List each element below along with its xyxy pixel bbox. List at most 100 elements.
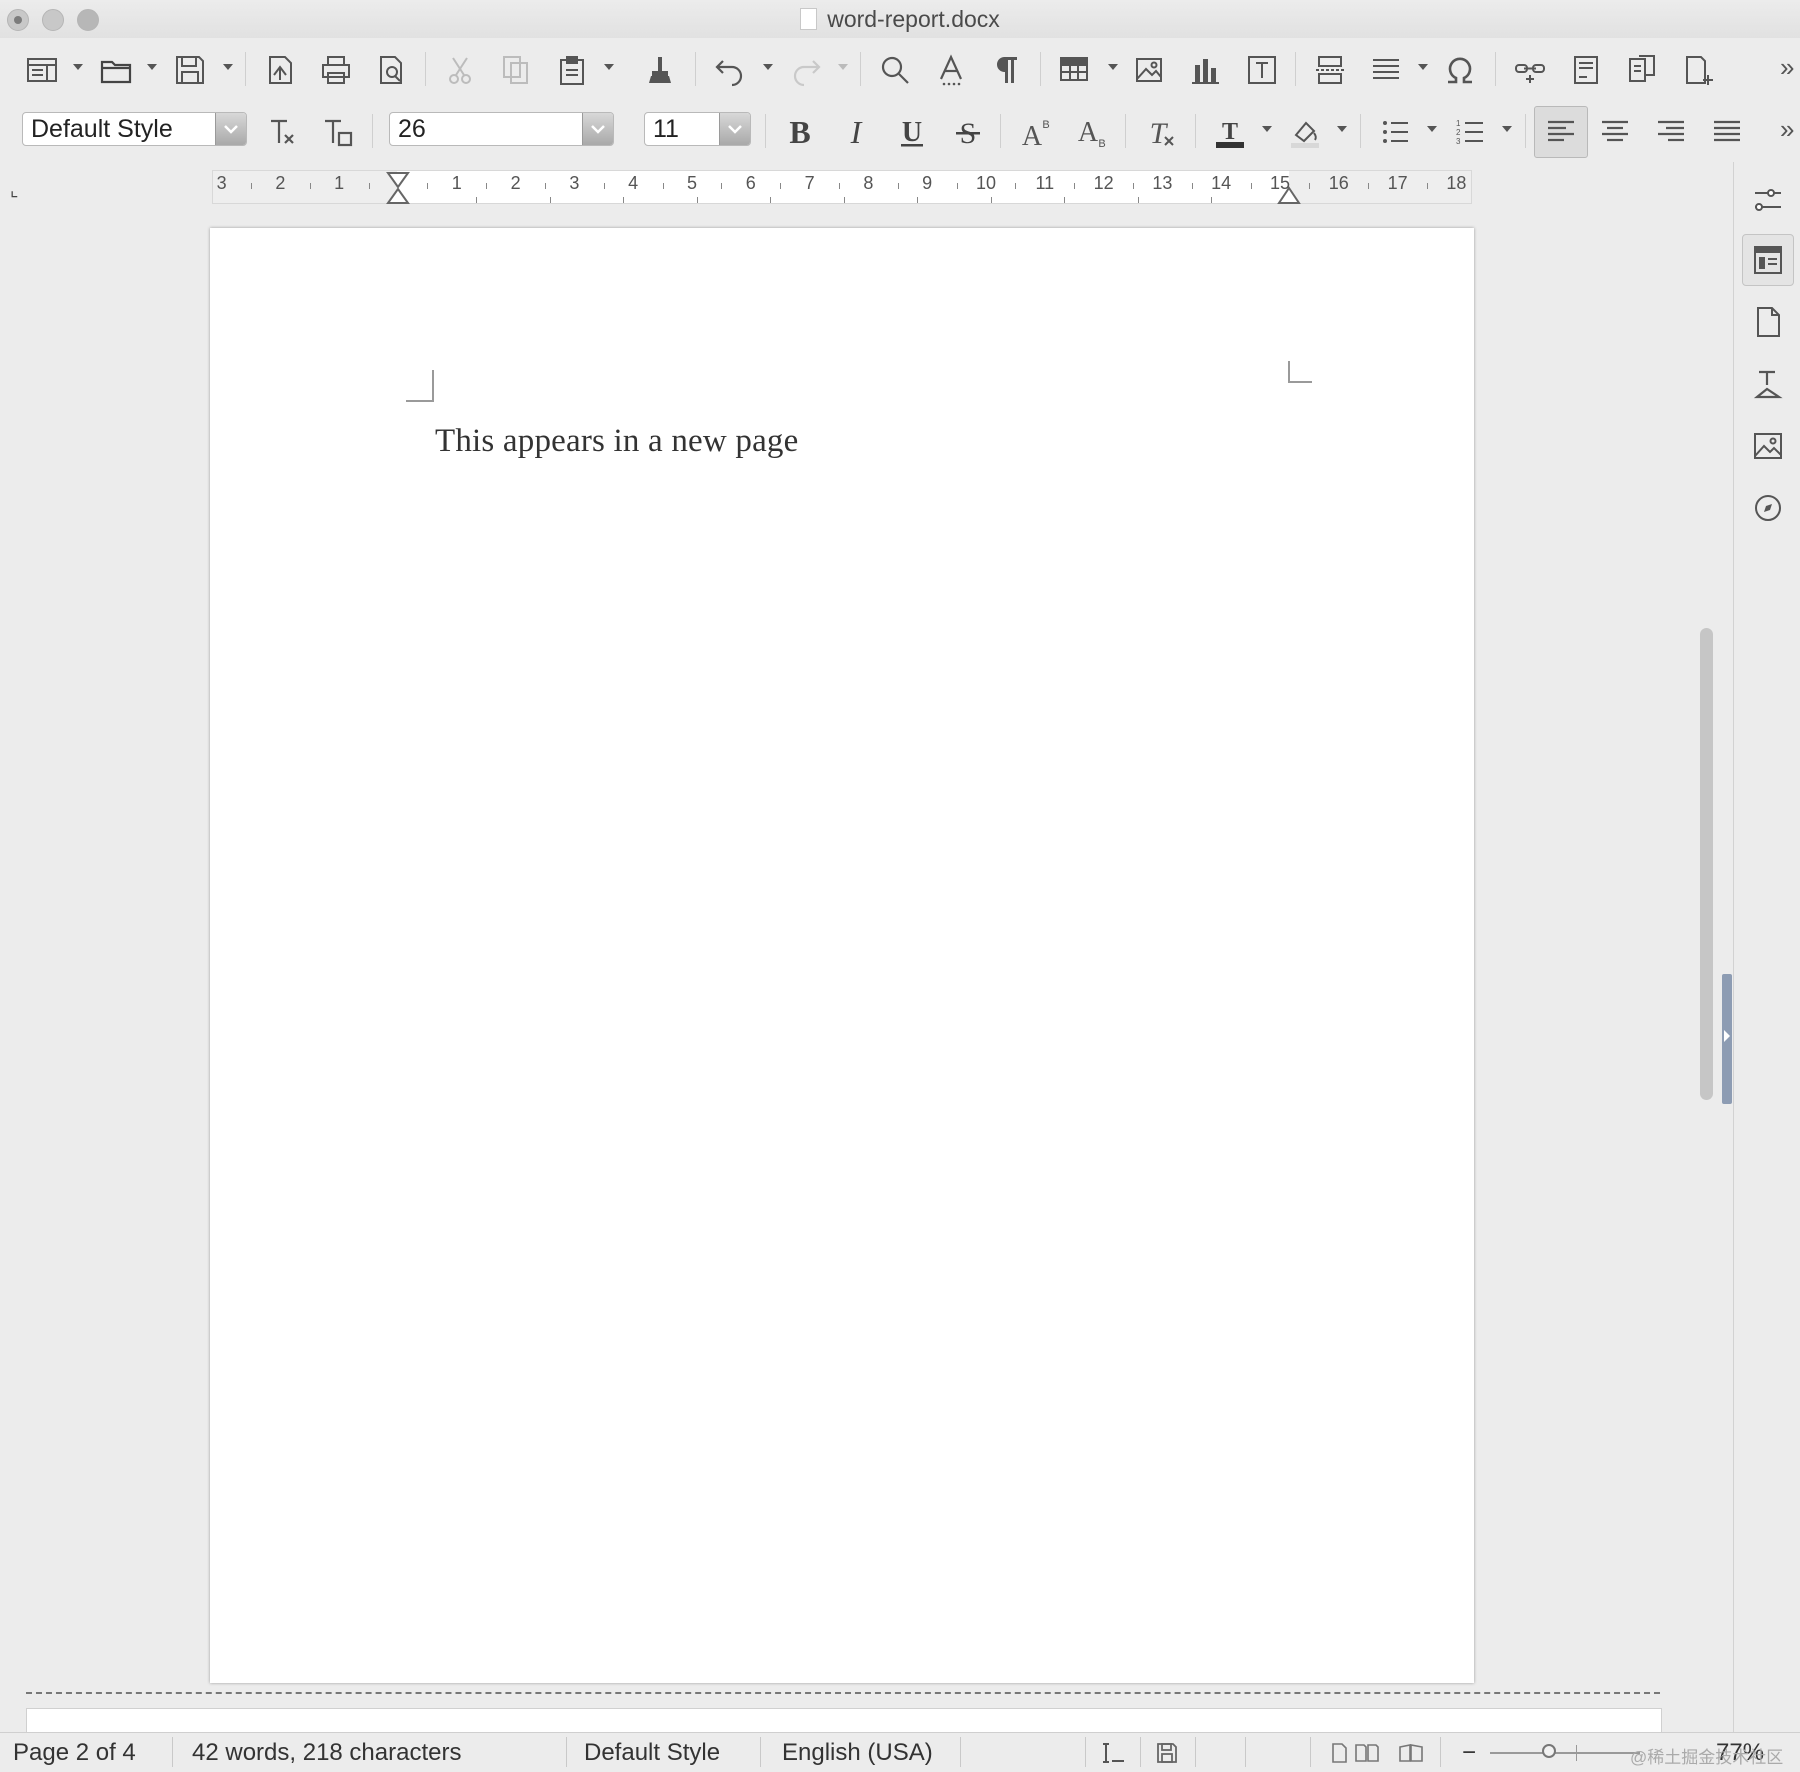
language[interactable]: English (USA) — [782, 1739, 933, 1767]
bold-icon[interactable]: B — [780, 112, 820, 152]
zoom-slider[interactable] — [1490, 1752, 1640, 1754]
paragraph-style-combo[interactable] — [22, 112, 247, 146]
paragraph-text[interactable]: This appears in a new page — [435, 423, 798, 460]
footnote-icon[interactable] — [1566, 50, 1606, 90]
right-indent-marker-icon[interactable] — [1277, 185, 1301, 205]
book-view-icon[interactable] — [1398, 1741, 1424, 1772]
align-right-icon[interactable] — [1651, 112, 1691, 152]
justify-icon[interactable] — [1707, 112, 1747, 152]
hyperlink-icon[interactable] — [1510, 50, 1550, 90]
sidebar-collapse-handle[interactable] — [1722, 974, 1732, 1104]
font-name-input[interactable] — [390, 113, 580, 145]
spelling-icon[interactable] — [931, 50, 971, 90]
open-folder-icon[interactable] — [96, 50, 136, 90]
find-replace-icon[interactable] — [875, 50, 915, 90]
chevron-down-icon[interactable] — [1335, 122, 1349, 136]
font-size-input[interactable] — [645, 113, 720, 145]
paste-icon[interactable] — [552, 50, 592, 90]
insert-field-icon[interactable] — [1366, 50, 1406, 90]
gallery-icon[interactable] — [1742, 420, 1794, 472]
tab-stop-mark[interactable] — [476, 197, 477, 203]
vertical-scrollbar-thumb[interactable] — [1700, 628, 1713, 1100]
tab-stop-selector-icon[interactable]: ⌞ — [10, 180, 18, 201]
copy-icon[interactable] — [496, 50, 536, 90]
highlight-color-icon[interactable] — [1285, 112, 1325, 152]
zoom-out-button[interactable]: − — [1462, 1739, 1476, 1767]
document-modified-icon[interactable] — [1154, 1741, 1180, 1772]
chevron-down-icon[interactable] — [582, 113, 613, 145]
styles-icon[interactable] — [1742, 358, 1794, 410]
chevron-down-icon[interactable] — [1260, 122, 1274, 136]
tab-stop-mark[interactable] — [917, 197, 918, 203]
paragraph-style-input[interactable] — [23, 113, 213, 145]
single-page-view-icon[interactable] — [1326, 1741, 1352, 1772]
clear-formatting-icon[interactable]: T — [1140, 112, 1180, 152]
formatting-marks-icon[interactable] — [987, 50, 1027, 90]
properties-icon[interactable] — [1742, 234, 1794, 286]
print-icon[interactable] — [316, 50, 356, 90]
toolbar-overflow-icon[interactable]: » — [1780, 52, 1794, 83]
chevron-down-icon[interactable] — [1500, 122, 1514, 136]
page-break-icon[interactable] — [1310, 50, 1350, 90]
update-style-icon[interactable] — [262, 112, 302, 152]
chevron-down-icon[interactable] — [719, 113, 750, 145]
word-count[interactable]: 42 words, 218 characters — [192, 1739, 461, 1767]
toolbar-overflow-icon[interactable]: » — [1780, 114, 1794, 145]
document-area[interactable]: This appears in a new page — [0, 206, 1705, 1749]
comment-icon[interactable] — [1622, 50, 1662, 90]
tab-stop-mark[interactable] — [1211, 197, 1212, 203]
undo-icon[interactable] — [710, 50, 750, 90]
align-center-icon[interactable] — [1595, 112, 1635, 152]
cut-icon[interactable] — [440, 50, 480, 90]
font-name-combo[interactable] — [389, 112, 614, 146]
zoom-slider-handle[interactable] — [1542, 1744, 1556, 1758]
insert-table-icon[interactable] — [1055, 50, 1095, 90]
indent-marker-icon[interactable] — [386, 171, 410, 205]
new-style-icon[interactable] — [318, 112, 358, 152]
strikethrough-icon[interactable]: S — [948, 112, 988, 152]
chevron-down-icon[interactable] — [215, 113, 246, 145]
chevron-down-icon[interactable] — [1425, 122, 1439, 136]
export-pdf-icon[interactable] — [260, 50, 300, 90]
insert-image-icon[interactable] — [1130, 50, 1170, 90]
align-left-button[interactable] — [1534, 106, 1588, 158]
sidebar-menu-icon[interactable] — [22, 50, 62, 90]
tab-stop-mark[interactable] — [1137, 197, 1139, 203]
tab-stop-mark[interactable] — [549, 197, 551, 203]
chevron-down-icon[interactable] — [1416, 60, 1430, 74]
chevron-down-icon[interactable] — [602, 60, 616, 74]
track-changes-icon[interactable] — [1678, 50, 1718, 90]
tab-stop-mark[interactable] — [1064, 197, 1065, 203]
font-size-combo[interactable] — [644, 112, 751, 146]
page-style[interactable]: Default Style — [584, 1739, 720, 1767]
numbered-list-icon[interactable]: 123 — [1450, 112, 1490, 152]
redo-icon[interactable] — [786, 50, 826, 90]
special-character-icon[interactable] — [1440, 50, 1480, 90]
document-page[interactable]: This appears in a new page — [210, 228, 1474, 1683]
page-count[interactable]: Page 2 of 4 — [13, 1739, 136, 1767]
chevron-down-icon[interactable] — [1106, 60, 1120, 74]
horizontal-ruler[interactable]: 3 2 1 1 2 3 4 5 6 7 8 9 10 11 12 13 14 15 16 17 18 — [212, 170, 1472, 204]
bullet-list-icon[interactable] — [1375, 112, 1415, 152]
print-preview-icon[interactable] — [372, 50, 412, 90]
tab-stop-mark[interactable] — [990, 197, 992, 203]
selection-mode-icon[interactable] — [1100, 1741, 1126, 1772]
navigator-icon[interactable] — [1742, 482, 1794, 534]
tab-stop-mark[interactable] — [843, 197, 845, 203]
tab-stop-mark[interactable] — [696, 197, 698, 203]
subscript-icon[interactable]: AB — [1071, 112, 1111, 152]
font-color-icon[interactable]: T — [1210, 112, 1250, 152]
chevron-down-icon[interactable] — [221, 60, 235, 74]
underline-icon[interactable]: U — [892, 112, 932, 152]
tab-stop-mark[interactable] — [623, 197, 624, 203]
clone-formatting-icon[interactable] — [640, 50, 680, 90]
chevron-down-icon[interactable] — [145, 60, 159, 74]
italic-icon[interactable]: I — [836, 112, 876, 152]
chevron-down-icon[interactable] — [761, 60, 775, 74]
sidebar-settings-icon[interactable] — [1742, 174, 1794, 226]
superscript-icon[interactable]: AB — [1015, 112, 1055, 152]
save-icon[interactable] — [170, 50, 210, 90]
tab-stop-mark[interactable] — [770, 197, 771, 203]
insert-textbox-icon[interactable] — [1242, 50, 1282, 90]
chevron-down-icon[interactable] — [71, 60, 85, 74]
